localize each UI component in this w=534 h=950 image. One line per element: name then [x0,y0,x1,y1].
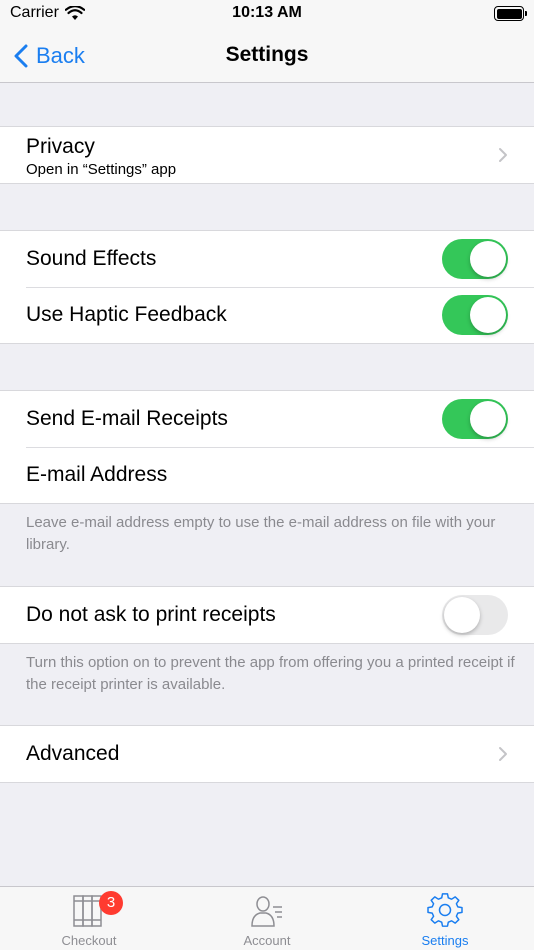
chevron-right-icon [499,747,507,761]
haptic-feedback-row: Use Haptic Feedback [0,287,534,343]
privacy-label: Privacy [26,135,95,158]
sound-effects-toggle[interactable] [442,239,508,279]
tab-label: Account [243,933,291,948]
feedback-group: Sound Effects Use Haptic Feedback [0,230,534,344]
advanced-row[interactable]: Advanced [0,726,534,782]
status-bar: Carrier 10:13 AM [0,0,534,30]
email-group: Send E-mail Receipts E-mail Address [0,390,534,504]
print-group: Do not ask to print receipts [0,586,534,644]
email-address-label: E-mail Address [26,463,168,486]
email-receipts-label: Send E-mail Receipts [26,407,228,430]
gear-icon [427,893,463,927]
tab-checkout[interactable]: 3 Checkout [0,887,178,950]
tab-label: Checkout [61,933,117,948]
email-footer-note: Leave e-mail address empty to use the e-… [26,514,496,553]
privacy-subtitle: Open in “Settings” app [26,161,177,178]
email-address-row[interactable]: E-mail Address [0,447,534,503]
print-footer-note: Turn this option on to prevent the app f… [26,654,515,693]
no-print-label: Do not ask to print receipts [26,603,276,626]
sound-effects-label: Sound Effects [26,247,157,270]
status-time: 10:13 AM [232,4,302,21]
haptic-feedback-toggle[interactable] [442,295,508,335]
tab-settings[interactable]: Settings [356,887,534,950]
sound-effects-row: Sound Effects [0,231,534,287]
privacy-group: Privacy Open in “Settings” app [0,126,534,184]
checkout-badge: 3 [99,891,123,915]
privacy-row[interactable]: Privacy Open in “Settings” app [0,127,534,183]
advanced-label: Advanced [26,742,120,765]
chevron-right-icon [499,148,507,162]
tab-account[interactable]: Account [178,887,356,950]
advanced-group: Advanced [0,725,534,783]
account-icon [251,896,282,927]
battery-icon [494,6,527,21]
page-title: Settings [225,43,309,66]
haptic-feedback-label: Use Haptic Feedback [26,303,227,326]
tab-bar: 3 Checkout Account Settings [0,886,534,950]
email-receipts-row: Send E-mail Receipts [0,391,534,447]
no-print-toggle[interactable] [442,595,508,635]
tab-label: Settings [421,933,469,948]
no-print-row: Do not ask to print receipts [0,587,534,643]
email-receipts-toggle[interactable] [442,399,508,439]
navigation-bar: Back Settings [0,30,534,83]
